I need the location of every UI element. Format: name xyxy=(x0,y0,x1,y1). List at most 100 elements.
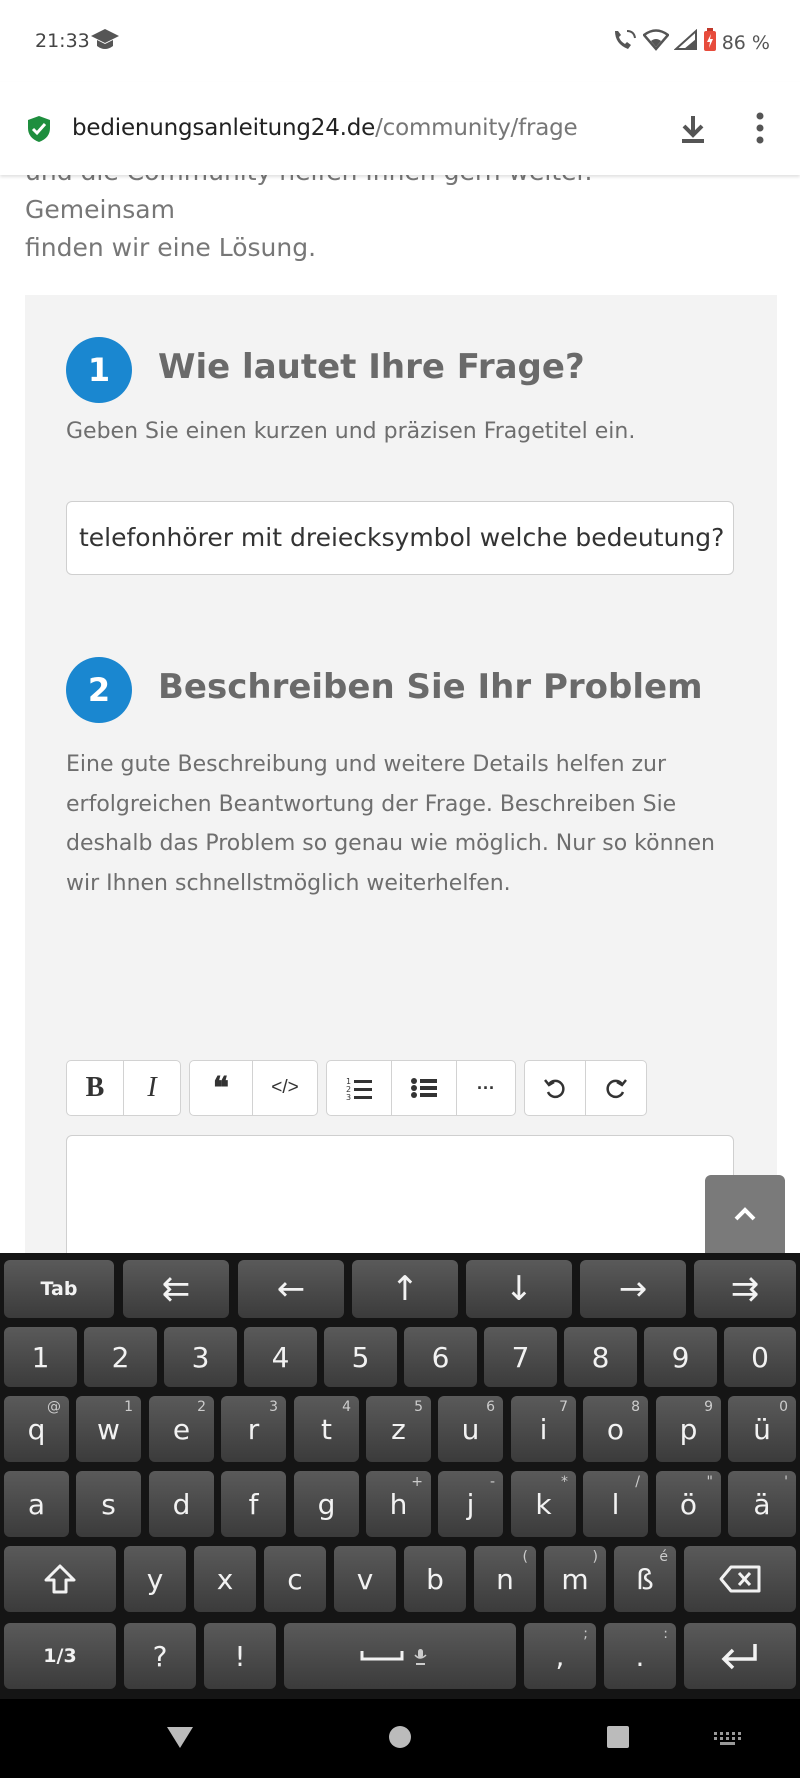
key-t[interactable]: t4 xyxy=(294,1396,359,1462)
question-form: 1 Wie lautet Ihre Frage? Geben Sie einen… xyxy=(25,295,777,1253)
key-a[interactable]: a xyxy=(4,1471,69,1537)
key-c[interactable]: c xyxy=(264,1546,326,1612)
redo-icon xyxy=(606,1079,627,1099)
step2-title: Beschreiben Sie Ihr Problem xyxy=(158,667,703,707)
key-hint: 4 xyxy=(342,1399,351,1415)
chevron-up-icon xyxy=(734,1207,756,1221)
key-7[interactable]: 7 xyxy=(484,1327,557,1387)
key-n[interactable]: n( xyxy=(474,1546,536,1612)
ordered-list-button[interactable]: 123 xyxy=(327,1061,392,1115)
key-s[interactable]: s xyxy=(76,1471,141,1537)
space-key[interactable] xyxy=(284,1623,516,1689)
download-icon[interactable] xyxy=(679,114,707,149)
quote-button[interactable]: ❝ xyxy=(190,1061,253,1115)
key-6[interactable]: 6 xyxy=(404,1327,477,1387)
comma-key[interactable]: ,; xyxy=(524,1623,596,1689)
key-3[interactable]: 3 xyxy=(164,1327,237,1387)
italic-button[interactable]: I xyxy=(124,1061,180,1115)
key-letter: e xyxy=(172,1412,191,1446)
key-4[interactable]: 4 xyxy=(244,1327,317,1387)
key-letter: y xyxy=(146,1562,164,1596)
step1-hint: Geben Sie einen kurzen und präzisen Frag… xyxy=(66,419,636,444)
key-z[interactable]: z5 xyxy=(366,1396,431,1462)
bullet-list-button[interactable] xyxy=(392,1061,457,1115)
key-v[interactable]: v xyxy=(334,1546,396,1612)
key-p[interactable]: p9 xyxy=(656,1396,721,1462)
arrow-left-key[interactable]: ← xyxy=(238,1260,344,1318)
toolbar-group-format: B I xyxy=(66,1060,181,1116)
key-a-umlaut[interactable]: ä ' xyxy=(728,1471,796,1537)
key-hint: ( xyxy=(522,1549,528,1565)
key-w[interactable]: w1 xyxy=(76,1396,141,1462)
browser-address-bar[interactable]: bedienungsanleitung24.de/community/frage xyxy=(0,82,800,175)
undo-icon xyxy=(544,1079,565,1099)
step2-description: Eine gute Beschreibung und weitere Detai… xyxy=(66,745,715,903)
url-text[interactable]: bedienungsanleitung24.de/community/frage xyxy=(72,115,578,141)
key-eszett[interactable]: ßé xyxy=(614,1546,676,1612)
key-g[interactable]: g xyxy=(294,1471,359,1537)
key-u[interactable]: u6 xyxy=(438,1396,503,1462)
key-hint: + xyxy=(411,1474,423,1490)
keyboard-switch-icon[interactable] xyxy=(714,1732,744,1751)
key-h[interactable]: h + xyxy=(366,1471,431,1537)
intro-line: finden wir eine Lösung. xyxy=(25,233,317,262)
key-9[interactable]: 9 xyxy=(644,1327,717,1387)
secure-shield-icon[interactable] xyxy=(26,115,52,148)
symbols-key[interactable]: 1/3 xyxy=(4,1623,116,1689)
key-b[interactable]: b xyxy=(404,1546,466,1612)
key-o[interactable]: o8 xyxy=(583,1396,648,1462)
key-letter: j xyxy=(466,1487,475,1521)
key-d[interactable]: d xyxy=(149,1471,214,1537)
key-i[interactable]: i7 xyxy=(511,1396,576,1462)
undo-button[interactable] xyxy=(525,1061,586,1115)
question-key[interactable]: ? xyxy=(124,1623,196,1689)
exclamation-key[interactable]: ! xyxy=(204,1623,276,1689)
key-hint: 8 xyxy=(631,1399,640,1415)
key-y[interactable]: y xyxy=(124,1546,186,1612)
key-l[interactable]: l / xyxy=(583,1471,648,1537)
key-k[interactable]: k * xyxy=(511,1471,576,1537)
home-nav-icon[interactable] xyxy=(388,1725,412,1754)
jump-right-key[interactable]: ⇉ xyxy=(694,1260,796,1318)
description-editor[interactable] xyxy=(66,1135,734,1253)
key-u-umlaut[interactable]: ü0 xyxy=(728,1396,796,1462)
key-letter: . xyxy=(635,1639,645,1673)
key-o-umlaut[interactable]: ö " xyxy=(656,1471,721,1537)
back-nav-icon[interactable] xyxy=(166,1725,194,1754)
key-2[interactable]: 2 xyxy=(84,1327,157,1387)
key-5[interactable]: 5 xyxy=(324,1327,397,1387)
code-button[interactable]: </> xyxy=(253,1061,317,1115)
bold-button[interactable]: B xyxy=(67,1061,124,1115)
key-m[interactable]: m) xyxy=(544,1546,606,1612)
key-x[interactable]: x xyxy=(194,1546,256,1612)
scroll-to-top-button[interactable] xyxy=(705,1175,785,1253)
period-key[interactable]: .: xyxy=(604,1623,676,1689)
redo-button[interactable] xyxy=(586,1061,646,1115)
backspace-key[interactable] xyxy=(684,1546,796,1612)
key-f[interactable]: f xyxy=(221,1471,286,1537)
bullet-list-icon xyxy=(411,1078,437,1098)
key-q[interactable]: q @ xyxy=(4,1396,69,1462)
more-options-button[interactable]: ··· xyxy=(457,1061,515,1115)
key-e[interactable]: e2 xyxy=(149,1396,214,1462)
overflow-menu-icon[interactable] xyxy=(755,112,765,149)
svg-text:3: 3 xyxy=(346,1093,351,1100)
key-8[interactable]: 8 xyxy=(564,1327,637,1387)
jump-left-key[interactable]: ⇇ xyxy=(123,1260,229,1318)
key-1[interactable]: 1 xyxy=(4,1327,77,1387)
shift-key[interactable] xyxy=(4,1546,116,1612)
arrow-up-key[interactable]: ↑ xyxy=(352,1260,458,1318)
arrow-right-key[interactable]: → xyxy=(580,1260,686,1318)
question-title-input[interactable]: telefonhörer mit dreiecksymbol welche be… xyxy=(66,501,734,575)
enter-key[interactable] xyxy=(684,1623,796,1689)
arrow-down-key[interactable]: ↓ xyxy=(466,1260,572,1318)
description-line: erfolgreichen Beantwortung der Frage. Be… xyxy=(66,791,677,817)
key-0[interactable]: 0 xyxy=(724,1327,796,1387)
key-hint: * xyxy=(561,1474,568,1490)
key-r[interactable]: r3 xyxy=(221,1396,286,1462)
key-letter: ä xyxy=(753,1487,771,1521)
key-j[interactable]: j- xyxy=(438,1471,503,1537)
tab-key[interactable]: Tab xyxy=(4,1260,114,1318)
recents-nav-icon[interactable] xyxy=(606,1725,630,1754)
intro-line: und die Community helfen Ihnen gern weit… xyxy=(25,175,592,224)
